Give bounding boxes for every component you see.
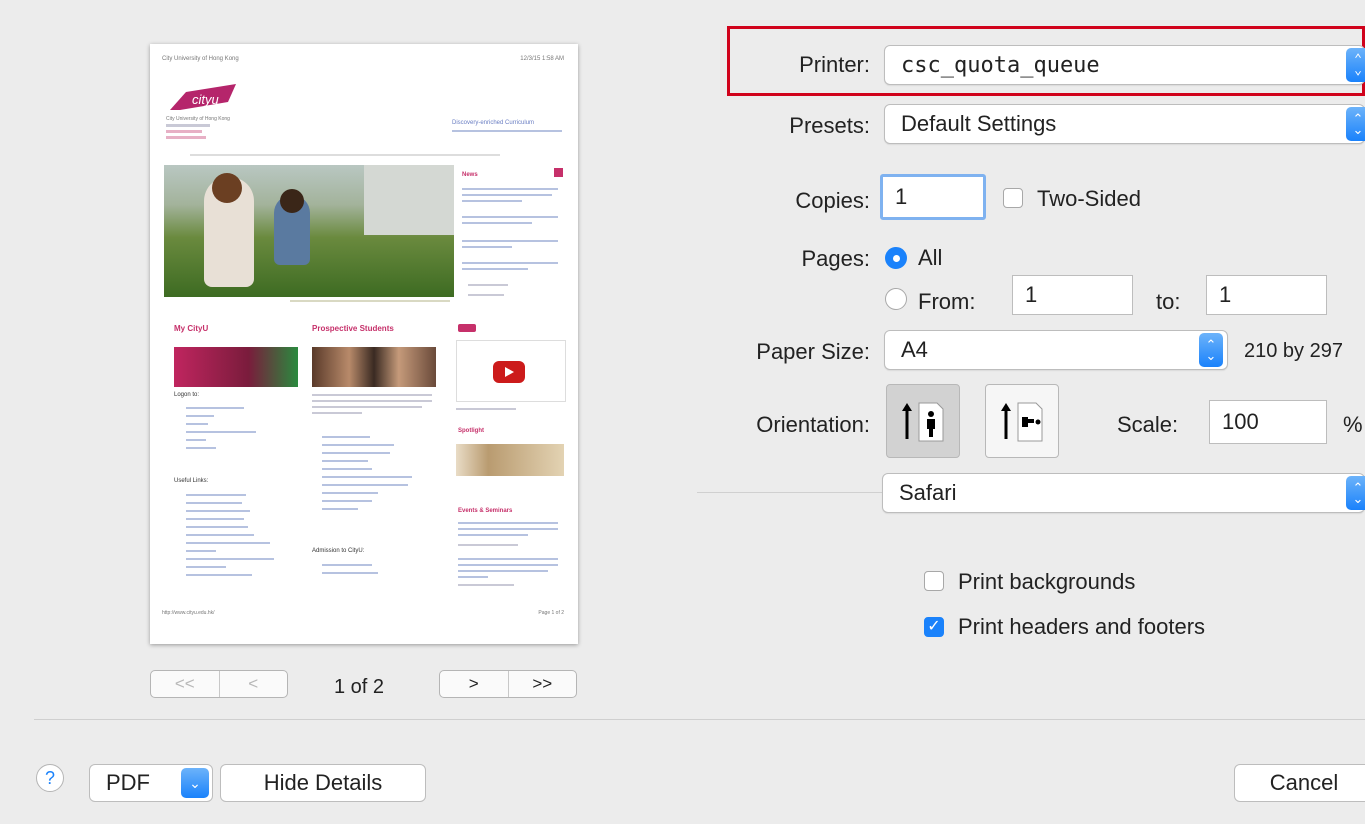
scale-field[interactable]: 100 bbox=[1209, 400, 1327, 444]
presets-popup[interactable]: Default Settings ⌃ ⌄ bbox=[884, 104, 1365, 144]
preview-tagline: Discovery-enriched Curriculum bbox=[452, 120, 535, 126]
print-headers-footers-label: Print headers and footers bbox=[958, 614, 1206, 639]
next-page-button[interactable]: > bbox=[440, 671, 508, 697]
pages-to-label: to: bbox=[1156, 289, 1181, 314]
preview-prospective-heading: Prospective Students bbox=[312, 324, 394, 333]
landscape-icon bbox=[1001, 402, 1043, 442]
app-section-value: Safari bbox=[899, 480, 957, 505]
pages-from-field[interactable]: 1 bbox=[1012, 275, 1133, 315]
copies-field[interactable]: 1 bbox=[880, 174, 986, 220]
copies-label: Copies: bbox=[795, 188, 870, 213]
preview-hero-image bbox=[164, 165, 454, 297]
orientation-label: Orientation: bbox=[756, 412, 870, 437]
preview-header-right: 12/3/15 1:58 AM bbox=[520, 56, 564, 62]
hide-details-button[interactable]: Hide Details bbox=[220, 764, 426, 802]
help-button[interactable]: ? bbox=[36, 764, 64, 792]
pages-from-label: From: bbox=[918, 289, 976, 314]
pages-from-radio[interactable] bbox=[885, 288, 907, 310]
presets-label: Presets: bbox=[789, 113, 870, 138]
prev-page-group: << < bbox=[150, 670, 288, 698]
pages-label: Pages: bbox=[801, 246, 871, 271]
pdf-label: PDF bbox=[106, 770, 150, 795]
pdf-chevron-down-icon: ⌄ bbox=[181, 768, 209, 798]
printer-label: Printer: bbox=[799, 52, 870, 77]
first-page-button[interactable]: << bbox=[151, 671, 219, 697]
page-indicator: 1 of 2 bbox=[334, 676, 385, 698]
preview-mycityu-heading: My CityU bbox=[174, 324, 209, 333]
print-headers-footers-checkbox[interactable]: ✓ bbox=[924, 617, 944, 637]
pages-all-label: All bbox=[918, 245, 943, 270]
preview-spotlight: Spotlight bbox=[458, 428, 484, 434]
print-backgrounds-label: Print backgrounds bbox=[958, 569, 1136, 594]
presets-value: Default Settings bbox=[901, 111, 1057, 136]
cityu-logo: cityu bbox=[166, 80, 246, 116]
paper-size-popup[interactable]: A4 ⌃ ⌄ bbox=[884, 330, 1228, 370]
orientation-portrait-button[interactable] bbox=[886, 384, 960, 458]
preview-header-left: City University of Hong Kong bbox=[162, 56, 239, 62]
preview-mycityu-banner bbox=[174, 347, 298, 387]
pages-to-field[interactable]: 1 bbox=[1206, 275, 1327, 315]
paper-size-value: A4 bbox=[901, 337, 928, 362]
presets-stepper-icon: ⌃ ⌄ bbox=[1346, 107, 1365, 141]
previous-page-button[interactable]: < bbox=[218, 671, 288, 697]
paper-size-stepper-icon: ⌃ ⌄ bbox=[1199, 333, 1223, 367]
printer-popup[interactable]: csc_quota_queue ⌃ ⌄ bbox=[884, 45, 1365, 85]
preview-login-to: Logon to: bbox=[174, 392, 200, 398]
scale-unit: % bbox=[1343, 412, 1363, 437]
app-section-popup[interactable]: Safari ⌃ ⌄ bbox=[882, 473, 1365, 513]
pdf-menu-button[interactable]: PDF ⌄ bbox=[89, 764, 213, 802]
footer-divider bbox=[34, 719, 1365, 720]
two-sided-checkbox[interactable] bbox=[1003, 188, 1023, 208]
preview-events: Events & Seminars bbox=[458, 508, 513, 514]
print-backgrounds-checkbox[interactable] bbox=[924, 571, 944, 591]
preview-org: City University of Hong Kong bbox=[166, 116, 230, 122]
last-page-button[interactable]: >> bbox=[507, 671, 577, 697]
preview-footer-page: Page 1 of 2 bbox=[538, 610, 564, 616]
paper-dimensions: 210 by 297 bbox=[1244, 340, 1343, 362]
printer-value: csc_quota_queue bbox=[901, 52, 1100, 78]
cancel-button[interactable]: Cancel bbox=[1234, 764, 1365, 802]
page-preview: City University of Hong Kong 12/3/15 1:5… bbox=[150, 44, 578, 644]
preview-video-thumb bbox=[456, 340, 566, 402]
preview-students-photo bbox=[312, 347, 436, 387]
next-page-group: > >> bbox=[439, 670, 577, 698]
preview-admission: Admission to CityU: bbox=[312, 548, 365, 554]
paper-size-label: Paper Size: bbox=[756, 339, 870, 364]
preview-footer-url: http://www.cityu.edu.hk/ bbox=[162, 610, 215, 616]
preview-news-heading: News bbox=[462, 172, 478, 178]
svg-text:cityu: cityu bbox=[192, 92, 219, 107]
two-sided-label: Two-Sided bbox=[1037, 186, 1141, 211]
pages-all-radio[interactable] bbox=[885, 247, 907, 269]
preview-spotlight-banner bbox=[456, 444, 564, 476]
preview-useful-links: Useful Links: bbox=[174, 478, 209, 484]
scale-label: Scale: bbox=[1117, 412, 1179, 437]
portrait-icon bbox=[902, 402, 944, 442]
orientation-landscape-button[interactable] bbox=[985, 384, 1059, 458]
app-section-stepper-icon: ⌃ ⌄ bbox=[1346, 476, 1365, 510]
printer-stepper-icon: ⌃ ⌄ bbox=[1346, 48, 1365, 82]
